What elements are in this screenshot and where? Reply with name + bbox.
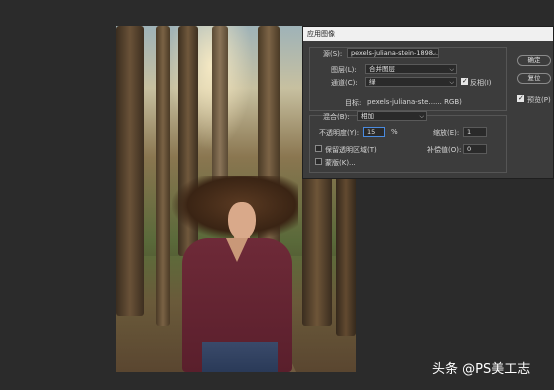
channel-select-value: 绿 [369,78,376,86]
channel-select[interactable]: 绿 ⌵ [365,77,457,87]
channel-label: 通道(C): [331,79,358,87]
preview-label: 预览(P) [527,96,551,104]
sweater-vneck [226,238,248,262]
woman-face [228,202,256,240]
chevron-down-icon: ⌵ [431,50,436,57]
scale-input[interactable]: 1 [463,127,487,137]
target-label: 目标: [345,99,362,107]
preview-checkbox[interactable] [517,94,524,102]
tree-trunk [156,26,170,326]
apply-image-dialog: 应用图像 源(S): pexels-juliana-stein-1898... … [302,26,554,179]
reset-button[interactable]: 复位 [517,73,551,84]
blending-select[interactable]: 相加 ⌵ [357,111,427,121]
target-value: pexels-juliana-ste...... RGB) [367,98,462,106]
chevron-down-icon: ⌵ [449,79,454,86]
woman-jeans [202,342,278,372]
offset-label: 补偿值(O): [427,146,462,154]
chevron-down-icon: ⌵ [419,113,424,120]
mask-checkbox[interactable] [315,158,322,165]
dialog-title: 应用图像 [303,27,553,41]
opacity-unit: % [391,128,398,136]
opacity-label: 不透明度(Y): [319,129,360,137]
tree-trunk [116,26,144,316]
source-select[interactable]: pexels-juliana-stein-1898... ⌵ [347,48,439,58]
preserve-transparency-label: 保留透明区域(T) [325,146,377,154]
opacity-input[interactable]: 15 [363,127,385,137]
invert-label: 反相(I) [470,79,492,87]
source-select-value: pexels-juliana-stein-1898... [351,49,439,57]
ok-button[interactable]: 确定 [517,55,551,66]
chevron-down-icon: ⌵ [449,66,454,73]
layer-select[interactable]: 合并图层 ⌵ [365,64,457,74]
preserve-transparency-checkbox[interactable] [315,145,322,152]
blending-select-value: 相加 [361,112,374,120]
mask-label: 蒙版(K)... [325,159,356,167]
source-label: 源(S): [323,50,343,58]
layer-label: 图层(L): [331,66,357,74]
blending-label: 混合(B): [323,113,350,121]
watermark: 头条 @PS美工志 [432,362,531,377]
offset-input[interactable]: 0 [463,144,487,154]
layer-select-value: 合并图层 [369,65,395,73]
invert-checkbox[interactable] [461,77,468,85]
scale-label: 缩放(E): [433,129,460,137]
